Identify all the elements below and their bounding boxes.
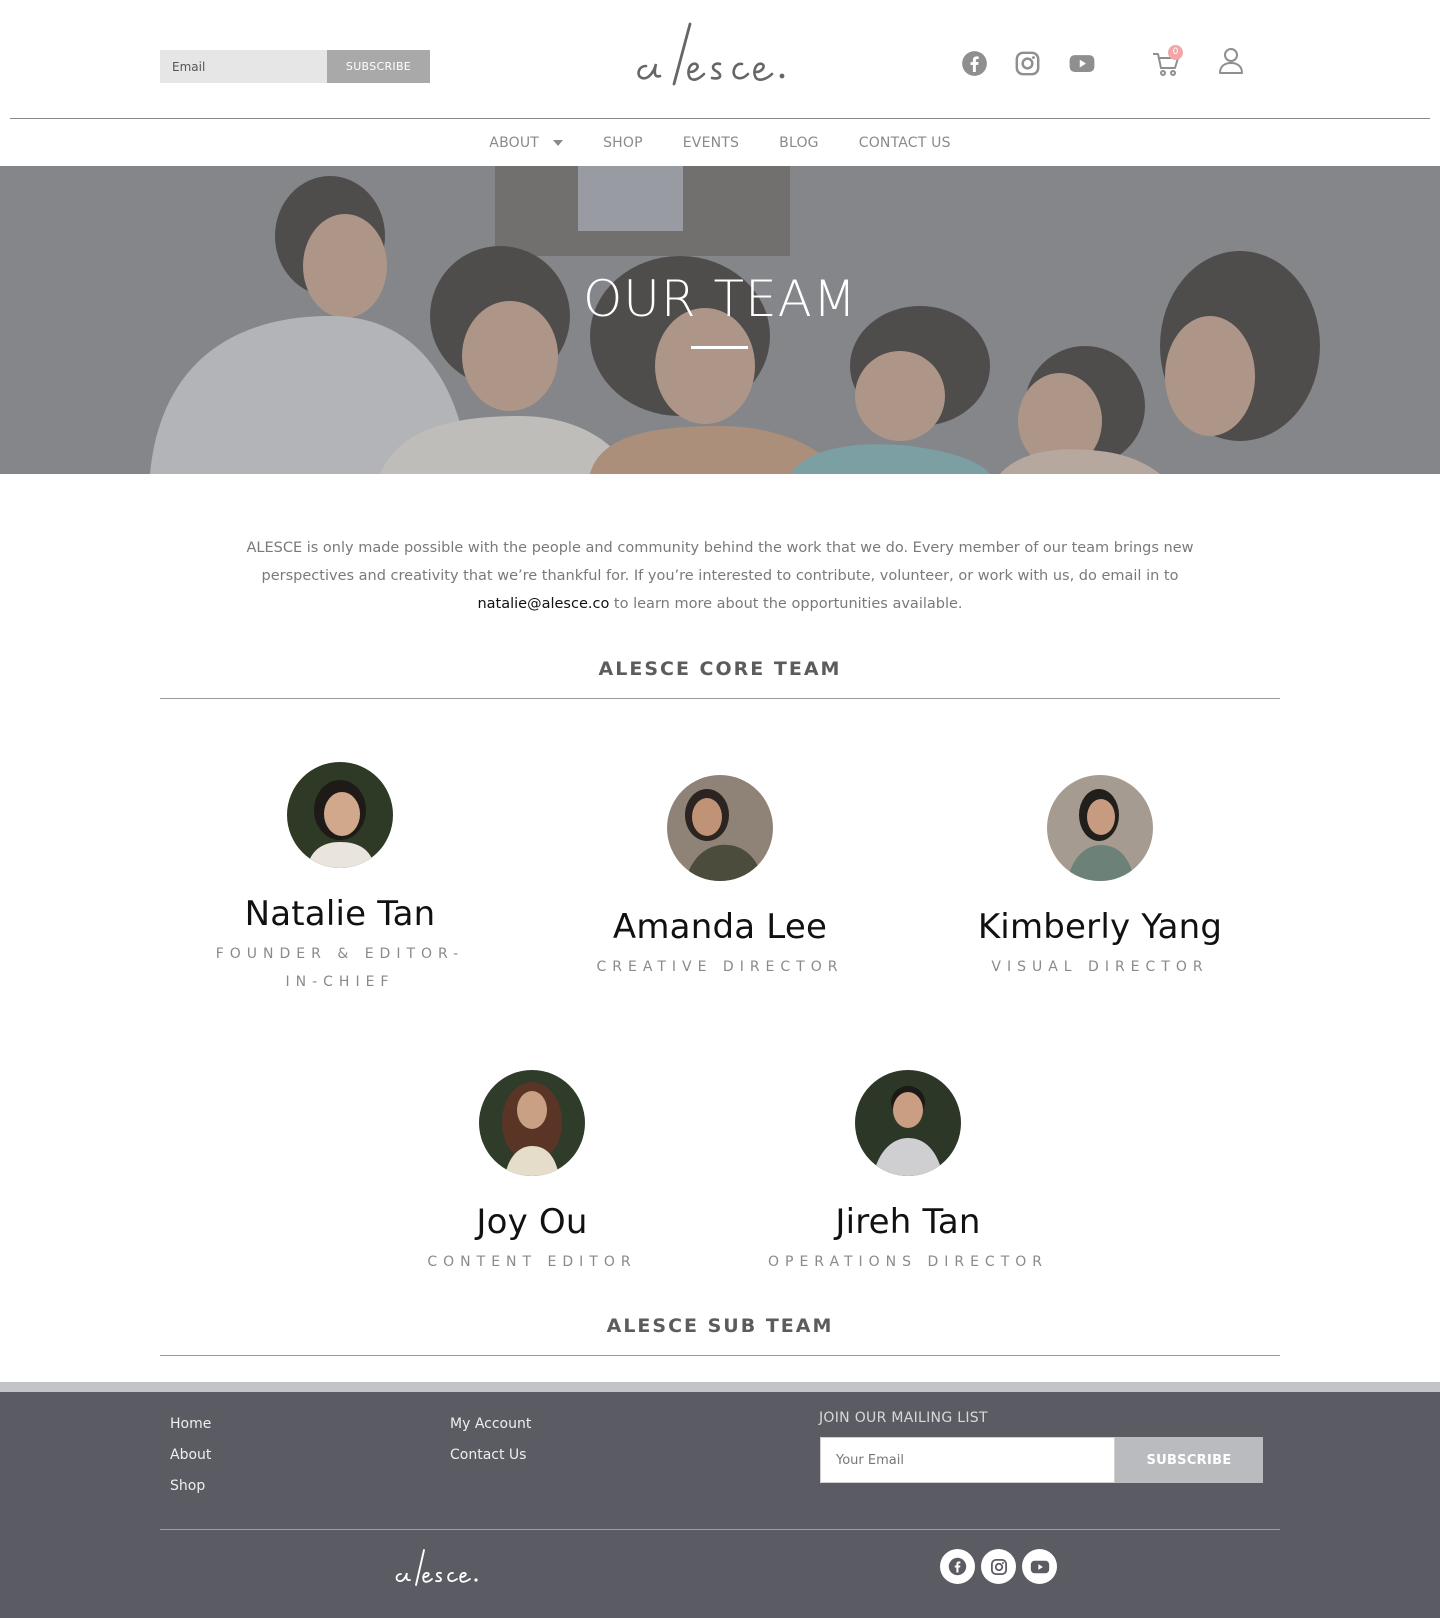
avatar <box>855 1070 961 1176</box>
footer-facebook-link[interactable] <box>940 1549 975 1584</box>
main-nav: ABOUT SHOP EVENTS BLOG CONTACT US <box>0 119 1440 167</box>
hero-banner: OUR TEAM <box>0 166 1440 474</box>
member-name: Amanda Lee <box>612 907 828 947</box>
team-member-card: Jireh Tan OPERATIONS DIRECTOR <box>728 1070 1088 1276</box>
nav-item-events[interactable]: EVENTS <box>683 135 739 151</box>
nav-item-label: CONTACT US <box>858 135 951 151</box>
nav-item-contact[interactable]: CONTACT US <box>859 135 951 151</box>
intro-text-before: ALESCE is only made possible with the pe… <box>246 540 1194 584</box>
youtube-icon <box>1030 1560 1049 1573</box>
sub-team-heading: ALESCE SUB TEAM <box>606 1315 834 1337</box>
header-subscribe-form: SUBSCRIBE <box>160 50 430 83</box>
cart-count-badge: 0 <box>1168 45 1183 60</box>
team-intro-paragraph: ALESCE is only made possible with the pe… <box>240 534 1200 618</box>
header-subscribe-button[interactable]: SUBSCRIBE <box>327 50 430 83</box>
mailing-list-heading: JOIN OUR MAILING LIST <box>819 1410 988 1426</box>
sub-team-divider <box>160 1355 1280 1356</box>
nav-item-label: EVENTS <box>682 135 740 151</box>
footer-social-links <box>940 1549 1057 1584</box>
footer-link-home[interactable]: Home <box>170 1416 211 1432</box>
footer-email-input[interactable] <box>820 1437 1115 1483</box>
member-role: VISUAL DIRECTOR <box>991 959 1209 975</box>
instagram-icon <box>990 1558 1007 1575</box>
site-header: SUBSCRIBE 0 <box>0 0 1440 118</box>
facebook-icon <box>948 1557 967 1576</box>
facebook-icon[interactable] <box>961 50 988 77</box>
member-name: Jireh Tan <box>835 1202 981 1242</box>
user-account-icon[interactable] <box>1218 47 1244 75</box>
member-role: FOUNDER & EDITOR-IN-CHIEF <box>215 946 465 990</box>
nav-item-about[interactable]: ABOUT <box>489 135 564 151</box>
footer-subscribe-button[interactable]: SUBSCRIBE <box>1115 1437 1263 1483</box>
footer-instagram-link[interactable] <box>981 1549 1016 1584</box>
avatar <box>479 1070 585 1176</box>
footer-link-my-account[interactable]: My Account <box>450 1416 531 1432</box>
footer-divider <box>160 1529 1280 1530</box>
header-social-links <box>961 50 1097 77</box>
footer-youtube-link[interactable] <box>1022 1549 1057 1584</box>
footer-link-contact-us[interactable]: Contact Us <box>450 1447 526 1463</box>
nav-item-blog[interactable]: BLOG <box>779 135 819 151</box>
chevron-down-icon <box>553 140 564 146</box>
avatar <box>287 762 393 868</box>
team-member-card: Natalie Tan FOUNDER & EDITOR-IN-CHIEF <box>160 762 520 996</box>
member-role: CREATIVE DIRECTOR <box>596 959 844 975</box>
contact-email-link[interactable]: natalie@alesce.co <box>477 596 609 612</box>
team-member-card: Joy Ou CONTENT EDITOR <box>352 1070 712 1276</box>
member-role: CONTENT EDITOR <box>427 1254 637 1270</box>
footer-link-about[interactable]: About <box>170 1447 211 1463</box>
nav-item-shop[interactable]: SHOP <box>603 135 643 151</box>
member-name: Natalie Tan <box>244 894 436 934</box>
alesce-logo[interactable] <box>632 14 808 94</box>
team-member-card: Kimberly Yang VISUAL DIRECTOR <box>920 775 1280 981</box>
nav-item-label: BLOG <box>779 135 819 151</box>
avatar <box>667 775 773 881</box>
instagram-icon[interactable] <box>1014 50 1041 77</box>
member-role: OPERATIONS DIRECTOR <box>767 1254 1049 1270</box>
page-title: OUR TEAM <box>582 270 858 328</box>
core-team-heading: ALESCE CORE TEAM <box>598 658 842 680</box>
nav-item-label: ABOUT <box>489 135 540 151</box>
core-team-divider <box>160 698 1280 699</box>
header-email-input[interactable] <box>160 50 327 83</box>
intro-text-after: to learn more about the opportunities av… <box>609 596 963 612</box>
team-member-card: Amanda Lee CREATIVE DIRECTOR <box>540 775 900 981</box>
avatar <box>1047 775 1153 881</box>
nav-item-label: SHOP <box>603 135 643 151</box>
hero-title-underline <box>691 346 748 349</box>
member-name: Joy Ou <box>476 1202 588 1242</box>
footer-top-band <box>0 1382 1440 1392</box>
footer-alesce-logo[interactable] <box>392 1544 488 1590</box>
footer-link-shop[interactable]: Shop <box>170 1478 205 1494</box>
youtube-icon[interactable] <box>1067 50 1097 77</box>
site-footer: Home About Shop My Account Contact Us JO… <box>0 1392 1440 1618</box>
member-name: Kimberly Yang <box>977 907 1223 947</box>
